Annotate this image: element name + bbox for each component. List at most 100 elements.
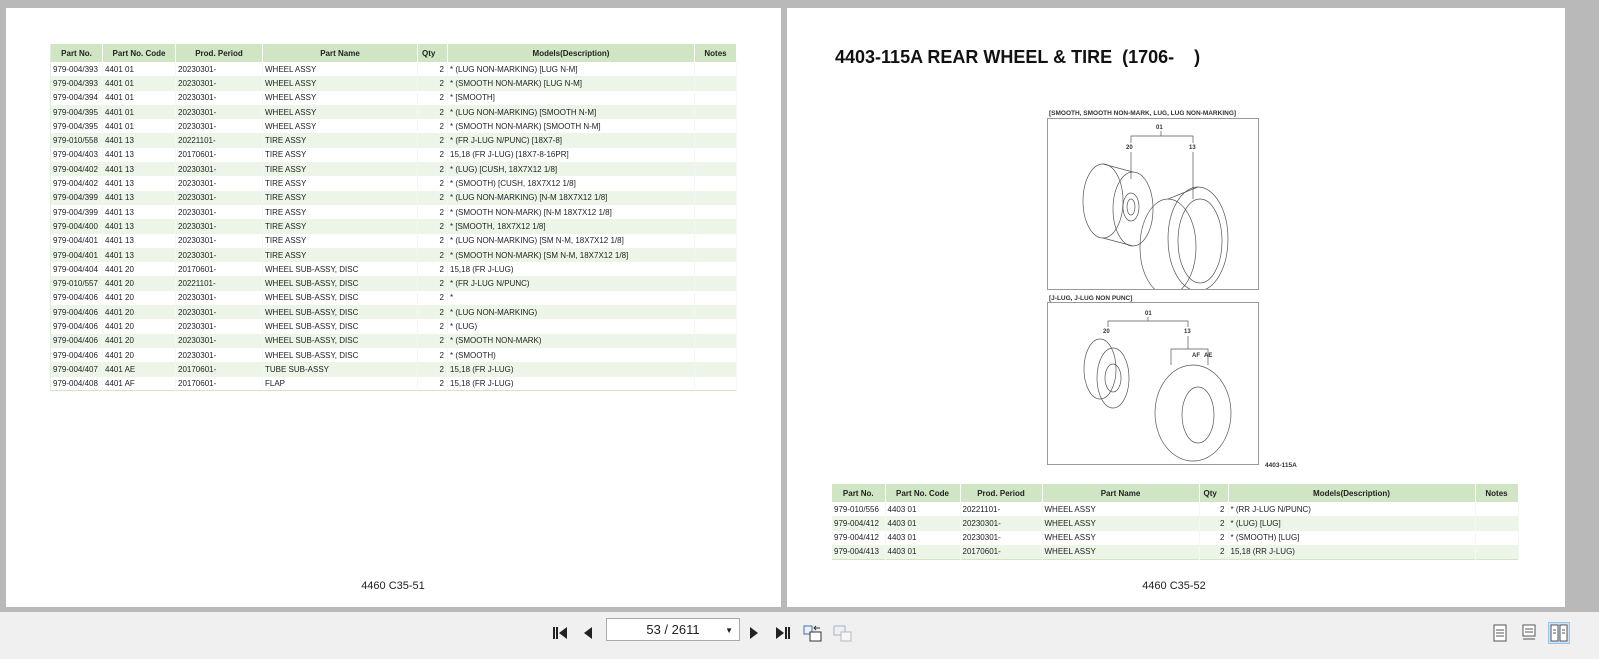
column-header: Part No.	[832, 484, 886, 502]
two-page-icon	[1550, 624, 1568, 642]
qty-cell: 2	[417, 376, 448, 391]
table-row[interactable]: 979-010/557 4401 20 20221101- WHEEL SUB-ASS…	[50, 276, 737, 291]
prod-period-cell: 20230301-	[175, 219, 263, 234]
prod-period-cell: 20230301-	[175, 119, 263, 134]
single-page-view-button[interactable]	[1489, 622, 1511, 644]
table-row[interactable]: 979-004/402 4401 13 20230301- TIRE ASSY 2 * (…	[50, 162, 737, 177]
table-row[interactable]: 979-004/395 4401 01 20230301- WHEEL ASSY 2 * …	[50, 104, 737, 120]
page-number-dropdown[interactable]: 53 / 2611 ▼	[606, 618, 740, 641]
notes-cell	[694, 276, 737, 291]
notes-cell	[694, 319, 737, 334]
qty-cell: 2	[417, 76, 448, 91]
table-row[interactable]: 979-004/406 4401 20 20230301- WHEEL SUB-ASS…	[50, 319, 737, 334]
qty-cell: 2	[417, 190, 448, 205]
qty-cell: 2	[417, 133, 448, 148]
part-no-cell: 979-004/406	[50, 333, 103, 348]
table-row[interactable]: 979-010/558 4401 13 20221101- TIRE ASSY 2 * (…	[50, 133, 737, 148]
table-row[interactable]: 979-004/407 4401 AE 20170601- TUBE SUB-ASSY…	[50, 362, 737, 377]
part-name-cell: WHEEL SUB-ASSY, DISC	[262, 319, 418, 334]
parts-table-right: Part No. Part No. Code Prod. Period Part Na…	[832, 484, 1519, 560]
table-row[interactable]: 979-004/403 4401 13 20170601- TIRE ASSY 2 15,…	[50, 147, 737, 163]
qty-cell: 2	[417, 362, 448, 377]
page-footer: 4460 C35-51	[361, 580, 425, 592]
table-row[interactable]: 979-004/406 4401 20 20230301- WHEEL SUB-ASS…	[50, 333, 737, 348]
table-row[interactable]: 979-010/556 4403 01 20221101- WHEEL ASSY 2 * …	[832, 502, 1519, 517]
part-no-code-cell: 4401 13	[102, 147, 176, 163]
table-header: Part No. Part No. Code Prod. Period Part Na…	[50, 44, 737, 62]
notes-cell	[694, 104, 737, 120]
table-row[interactable]: 979-004/402 4401 13 20230301- TIRE ASSY 2 * (…	[50, 176, 737, 191]
previous-view-button[interactable]	[802, 622, 824, 644]
column-header: Notes	[1475, 484, 1519, 502]
notes-cell	[1475, 544, 1519, 560]
continuous-view-button[interactable]	[1518, 622, 1540, 644]
diagram-caption-bottom: [J-LUG, J-LUG NON PUNC]	[1049, 295, 1133, 302]
column-header: Qty	[417, 44, 448, 62]
two-page-view-button[interactable]	[1548, 622, 1570, 644]
models-description-cell: * (SMOOTH NON-MARK) [SM N-M, 18X7X12 1/8…	[447, 247, 695, 263]
notes-cell	[694, 347, 737, 363]
part-no-cell: 979-004/403	[50, 147, 103, 163]
table-row[interactable]: 979-004/393 4401 01 20230301- WHEEL ASSY 2 * …	[50, 76, 737, 91]
prod-period-cell: 20230301-	[175, 333, 263, 348]
callout-01: 01	[1145, 311, 1152, 317]
last-page-icon	[776, 627, 790, 639]
part-no-code-cell: 4401 13	[102, 176, 176, 191]
table-row[interactable]: 979-004/401 4401 13 20230301- TIRE ASSY 2 * (…	[50, 233, 737, 248]
models-description-cell: * (FR J-LUG N/PUNC) [18X7-8]	[447, 133, 695, 148]
models-description-cell: * [SMOOTH]	[447, 90, 695, 105]
table-row[interactable]: 979-004/399 4401 13 20230301- TIRE ASSY 2 * (…	[50, 204, 737, 220]
prod-period-cell: 20230301-	[175, 233, 263, 248]
qty-cell: 2	[417, 119, 448, 134]
qty-cell: 2	[417, 219, 448, 234]
table-row[interactable]: 979-004/393 4401 01 20230301- WHEEL ASSY 2 * …	[50, 62, 737, 77]
page-footer: 4460 C35-52	[1142, 580, 1206, 592]
part-no-cell: 979-004/394	[50, 90, 103, 105]
column-header: Models(Description)	[447, 44, 695, 62]
qty-cell: 2	[417, 333, 448, 348]
table-row[interactable]: 979-004/412 4403 01 20230301- WHEEL ASSY 2 * …	[832, 516, 1519, 531]
table-row[interactable]: 979-004/412 4403 01 20230301- WHEEL ASSY 2 * …	[832, 530, 1519, 545]
prod-period-cell: 20230301-	[175, 204, 263, 220]
table-row[interactable]: 979-004/401 4401 13 20230301- TIRE ASSY 2 * (…	[50, 247, 737, 263]
next-view-button[interactable]	[832, 622, 854, 644]
qty-cell: 2	[417, 90, 448, 105]
models-description-cell: * (LUG) [CUSH, 18X7X12 1/8]	[447, 162, 695, 177]
part-no-code-cell: 4401 20	[102, 276, 176, 291]
prod-period-cell: 20230301-	[175, 62, 263, 77]
table-row[interactable]: 979-004/408 4401 AF 20170601- FLAP 2 15,18 (F…	[50, 376, 737, 391]
table-row[interactable]: 979-004/406 4401 20 20230301- WHEEL SUB-ASS…	[50, 347, 737, 363]
last-page-button[interactable]	[772, 622, 794, 644]
part-no-code-cell: 4401 13	[102, 219, 176, 234]
part-no-cell: 979-004/413	[832, 544, 886, 560]
table-row[interactable]: 979-004/394 4401 01 20230301- WHEEL ASSY 2 * …	[50, 90, 737, 105]
part-no-cell: 979-004/395	[50, 119, 103, 134]
table-row[interactable]: 979-004/399 4401 13 20230301- TIRE ASSY 2 * (…	[50, 190, 737, 205]
part-no-cell: 979-004/408	[50, 376, 103, 391]
table-row[interactable]: 979-004/395 4401 01 20230301- WHEEL ASSY 2 * …	[50, 119, 737, 134]
column-header: Part Name	[262, 44, 418, 62]
first-page-button[interactable]	[549, 622, 571, 644]
table-row[interactable]: 979-004/400 4401 13 20230301- TIRE ASSY 2 * […	[50, 219, 737, 234]
prod-period-cell: 20230301-	[175, 247, 263, 263]
callout-af: AF	[1192, 353, 1200, 359]
part-no-code-cell: 4401 13	[102, 247, 176, 263]
previous-view-icon	[803, 625, 822, 642]
part-no-cell: 979-004/393	[50, 62, 103, 77]
next-page-button[interactable]	[743, 622, 765, 644]
callout-20: 20	[1103, 329, 1110, 335]
next-page-icon	[750, 627, 758, 639]
table-row[interactable]: 979-004/404 4401 20 20170601- WHEEL SUB-ASS…	[50, 262, 737, 277]
models-description-cell: * (SMOOTH) [LUG]	[1228, 530, 1476, 545]
table-row[interactable]: 979-004/406 4401 20 20230301- WHEEL SUB-ASS…	[50, 305, 737, 320]
table-row[interactable]: 979-004/406 4401 20 20230301- WHEEL SUB-ASS…	[50, 290, 737, 306]
table-row[interactable]: 979-004/413 4403 01 20170601- WHEEL ASSY 2 15…	[832, 544, 1519, 560]
notes-cell	[694, 376, 737, 391]
part-no-code-cell: 4403 01	[885, 502, 961, 517]
notes-cell	[1475, 502, 1519, 517]
notes-cell	[694, 147, 737, 163]
part-no-code-cell: 4401 01	[102, 76, 176, 91]
previous-page-button[interactable]	[577, 622, 599, 644]
part-no-cell: 979-004/406	[50, 290, 103, 306]
part-no-cell: 979-004/412	[832, 516, 886, 531]
